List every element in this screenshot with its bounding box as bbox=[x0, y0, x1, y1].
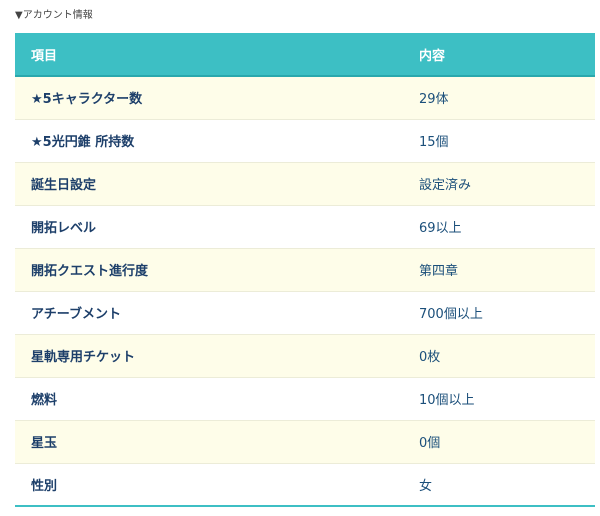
row-item-value: 10個以上 bbox=[403, 377, 595, 421]
row-item-label: アチーブメント bbox=[15, 291, 403, 335]
row-item-value: 0個 bbox=[403, 420, 595, 464]
row-item-label: ★5光円錐 所持数 bbox=[15, 119, 403, 163]
row-item-label: 誕生日設定 bbox=[15, 162, 403, 206]
row-item-label: 燃料 bbox=[15, 377, 403, 421]
row-item-label: 開拓クエスト進行度 bbox=[15, 248, 403, 292]
row-item-value: 0枚 bbox=[403, 334, 595, 378]
row-item-value: 69以上 bbox=[403, 205, 595, 249]
row-item-value: 700個以上 bbox=[403, 291, 595, 335]
table-row: アチーブメント 700個以上 bbox=[15, 291, 595, 335]
row-item-value: 29体 bbox=[403, 76, 595, 120]
column-header-item: 項目 bbox=[15, 33, 403, 77]
table-row: 燃料 10個以上 bbox=[15, 377, 595, 421]
table-row: 性別 女 bbox=[15, 463, 595, 507]
table-row: 誕生日設定 設定済み bbox=[15, 162, 595, 206]
table-row: ★5光円錐 所持数 15個 bbox=[15, 119, 595, 163]
row-item-label: 開拓レベル bbox=[15, 205, 403, 249]
table-row: 星軌専用チケット 0枚 bbox=[15, 334, 595, 378]
account-info-table: 項目 内容 ★5キャラクター数 29体 ★5光円錐 所持数 15個 誕生日設定 … bbox=[15, 33, 595, 507]
table-row: 開拓レベル 69以上 bbox=[15, 205, 595, 249]
row-item-value: 第四章 bbox=[403, 248, 595, 292]
row-item-label: 星玉 bbox=[15, 420, 403, 464]
table-row: 星玉 0個 bbox=[15, 420, 595, 464]
table-row: ★5キャラクター数 29体 bbox=[15, 76, 595, 120]
row-item-value: 15個 bbox=[403, 119, 595, 163]
row-item-label: ★5キャラクター数 bbox=[15, 76, 403, 120]
section-title: ▼アカウント情報 bbox=[15, 10, 93, 21]
column-header-content: 内容 bbox=[403, 33, 595, 77]
row-item-value: 設定済み bbox=[403, 162, 595, 206]
row-item-label: 性別 bbox=[15, 463, 403, 507]
row-item-label: 星軌専用チケット bbox=[15, 334, 403, 378]
row-item-value: 女 bbox=[403, 463, 595, 507]
table-row: 開拓クエスト進行度 第四章 bbox=[15, 248, 595, 292]
table-header-row: 項目 内容 bbox=[15, 33, 595, 77]
